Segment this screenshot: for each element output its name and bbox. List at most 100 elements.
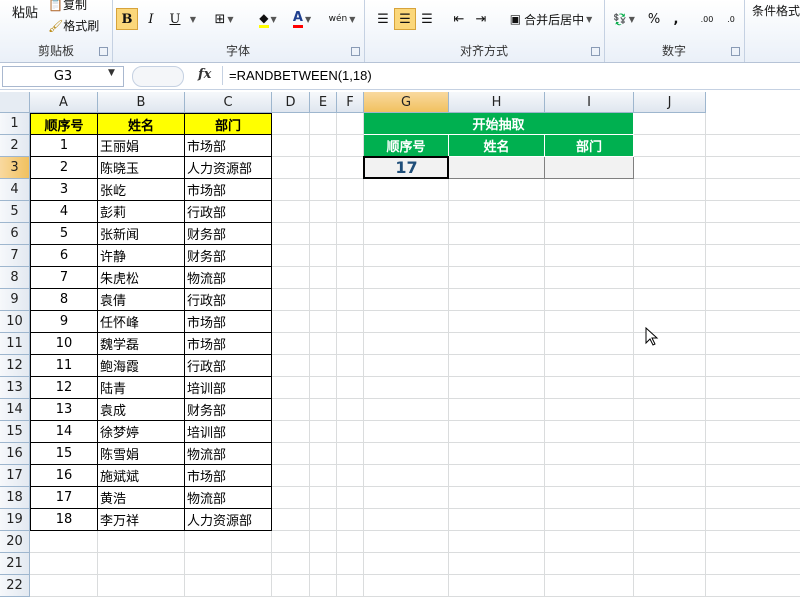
row-header-12[interactable]: 12: [0, 355, 30, 377]
table-cell[interactable]: 朱虎松: [98, 267, 185, 289]
copy-button[interactable]: 📋复制: [48, 0, 87, 13]
table-cell[interactable]: 物流部: [185, 443, 272, 465]
table-cell[interactable]: 鲍海霞: [98, 355, 185, 377]
bold-button[interactable]: B: [116, 8, 138, 30]
formula-input[interactable]: =RANDBETWEEN(1,18): [222, 66, 800, 85]
table-cell[interactable]: 14: [30, 421, 98, 443]
column-header-e[interactable]: E: [310, 92, 337, 113]
table-cell[interactable]: 彭莉: [98, 201, 185, 223]
table-cell[interactable]: 18: [30, 509, 98, 531]
table-cell[interactable]: 培训部: [185, 377, 272, 399]
currency-format-icon[interactable]: 💱 ▼: [608, 8, 640, 30]
row-header-22[interactable]: 22: [0, 575, 30, 597]
column-header-g[interactable]: G: [364, 92, 449, 113]
row-header-6[interactable]: 6: [0, 223, 30, 245]
table-cell[interactable]: 9: [30, 311, 98, 333]
row-header-9[interactable]: 9: [0, 289, 30, 311]
table-cell[interactable]: 6: [30, 245, 98, 267]
table-header-cell[interactable]: 部门: [185, 113, 272, 135]
column-header-i[interactable]: I: [545, 92, 634, 113]
table-cell[interactable]: 黄浩: [98, 487, 185, 509]
table-cell[interactable]: 17: [30, 487, 98, 509]
table-cell[interactable]: 培训部: [185, 421, 272, 443]
table-cell[interactable]: 8: [30, 289, 98, 311]
table-cell[interactable]: 李万祥: [98, 509, 185, 531]
table-cell[interactable]: 16: [30, 465, 98, 487]
row-header-4[interactable]: 4: [0, 179, 30, 201]
align-center-icon[interactable]: ☰: [394, 8, 416, 30]
table-cell[interactable]: 张屹: [98, 179, 185, 201]
table-cell[interactable]: 人力资源部: [185, 509, 272, 531]
font-launcher-icon[interactable]: [351, 47, 360, 56]
row-header-18[interactable]: 18: [0, 487, 30, 509]
row-header-14[interactable]: 14: [0, 399, 30, 421]
draw-result-cell[interactable]: [545, 157, 634, 179]
row-header-21[interactable]: 21: [0, 553, 30, 575]
alignment-launcher-icon[interactable]: [591, 47, 600, 56]
row-header-10[interactable]: 10: [0, 311, 30, 333]
table-cell[interactable]: 11: [30, 355, 98, 377]
row-header-16[interactable]: 16: [0, 443, 30, 465]
column-header-h[interactable]: H: [449, 92, 545, 113]
table-cell[interactable]: 财务部: [185, 399, 272, 421]
table-cell[interactable]: 徐梦婷: [98, 421, 185, 443]
table-cell[interactable]: 王丽娟: [98, 135, 185, 157]
table-cell[interactable]: 陈雪娟: [98, 443, 185, 465]
column-header-d[interactable]: D: [272, 92, 310, 113]
table-cell[interactable]: 魏学磊: [98, 333, 185, 355]
comma-button[interactable]: ,: [666, 8, 686, 30]
underline-dropdown-icon[interactable]: ▼: [186, 8, 198, 30]
phonetic-button[interactable]: wén ▼: [326, 8, 358, 30]
table-cell[interactable]: 市场部: [185, 333, 272, 355]
table-cell[interactable]: 行政部: [185, 355, 272, 377]
decrease-indent-icon[interactable]: ⇤: [448, 8, 470, 30]
select-all-corner[interactable]: [0, 92, 30, 113]
table-cell[interactable]: 陆青: [98, 377, 185, 399]
table-cell[interactable]: 施斌斌: [98, 465, 185, 487]
row-header-8[interactable]: 8: [0, 267, 30, 289]
table-cell[interactable]: 市场部: [185, 179, 272, 201]
align-right-icon[interactable]: ☰: [416, 8, 438, 30]
table-cell[interactable]: 袁倩: [98, 289, 185, 311]
table-cell[interactable]: 5: [30, 223, 98, 245]
name-box[interactable]: G3: [2, 66, 124, 87]
table-cell[interactable]: 市场部: [185, 465, 272, 487]
row-header-19[interactable]: 19: [0, 509, 30, 531]
italic-button[interactable]: I: [140, 8, 162, 30]
row-header-20[interactable]: 20: [0, 531, 30, 553]
table-cell[interactable]: 任怀峰: [98, 311, 185, 333]
table-cell[interactable]: 人力资源部: [185, 157, 272, 179]
table-cell[interactable]: 12: [30, 377, 98, 399]
column-header-j[interactable]: J: [634, 92, 706, 113]
row-header-13[interactable]: 13: [0, 377, 30, 399]
table-cell[interactable]: 4: [30, 201, 98, 223]
table-cell[interactable]: 袁成: [98, 399, 185, 421]
merge-center-button[interactable]: ▣ 合并后居中 ▼: [502, 8, 600, 30]
paste-button[interactable]: 粘贴: [12, 2, 38, 21]
row-header-17[interactable]: 17: [0, 465, 30, 487]
table-header-cell[interactable]: 顺序号: [30, 113, 98, 135]
percent-button[interactable]: %: [644, 8, 664, 30]
row-header-7[interactable]: 7: [0, 245, 30, 267]
table-cell[interactable]: 行政部: [185, 289, 272, 311]
increase-decimal-icon[interactable]: .00: [696, 8, 718, 30]
number-launcher-icon[interactable]: [731, 47, 740, 56]
draw-header-cell[interactable]: 部门: [545, 135, 634, 157]
increase-indent-icon[interactable]: ⇥: [470, 8, 492, 30]
table-header-cell[interactable]: 姓名: [98, 113, 185, 135]
align-left-icon[interactable]: ☰: [372, 8, 394, 30]
table-cell[interactable]: 市场部: [185, 311, 272, 333]
table-cell[interactable]: 7: [30, 267, 98, 289]
border-button[interactable]: ⊞ ▼: [208, 8, 240, 30]
table-cell[interactable]: 行政部: [185, 201, 272, 223]
decrease-decimal-icon[interactable]: .0: [720, 8, 742, 30]
draw-result-cell[interactable]: [449, 157, 545, 179]
format-painter-button[interactable]: 🖌格式刷: [48, 17, 99, 34]
column-header-b[interactable]: B: [98, 92, 185, 113]
row-header-2[interactable]: 2: [0, 135, 30, 157]
chevron-down-icon[interactable]: ▼: [108, 68, 115, 78]
table-cell[interactable]: 财务部: [185, 245, 272, 267]
table-cell[interactable]: 3: [30, 179, 98, 201]
font-color-button[interactable]: A ▼: [286, 8, 318, 30]
table-cell[interactable]: 陈晓玉: [98, 157, 185, 179]
